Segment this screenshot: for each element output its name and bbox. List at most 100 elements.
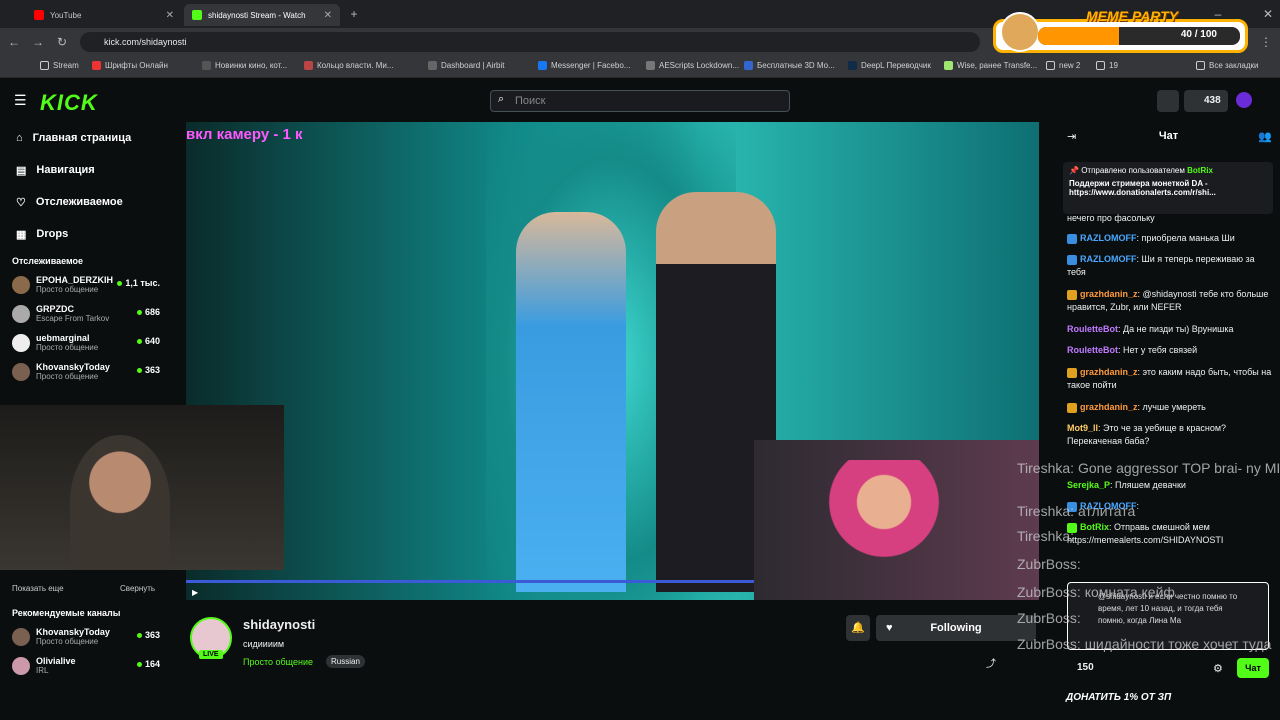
tts-overlay-line: ZubrBoss: шидайности тоже хочет туда	[1017, 636, 1272, 652]
tab-kick[interactable]: shidaynosti Stream - Watch ✕	[184, 4, 340, 26]
reload-icon[interactable]: ↻	[54, 34, 70, 50]
bookmark[interactable]: Шрифты Онлайн	[92, 61, 168, 70]
bookmark[interactable]: Бесплатные 3D Мо...	[744, 61, 835, 70]
bookmark[interactable]: Stream	[40, 61, 79, 70]
tab-title: shidaynosti Stream - Watch	[208, 10, 306, 20]
webcam-overlay-streamer	[0, 405, 284, 570]
live-badge: LIVE	[199, 650, 223, 659]
stream-info: LIVE shidaynosti сидиииим Просто общение…	[186, 605, 1046, 680]
video-figure-woman	[516, 212, 626, 592]
collapse-link[interactable]: Свернуть	[120, 584, 155, 593]
url-field[interactable]: kick.com/shidaynosti	[80, 32, 980, 52]
close-icon[interactable]: ✕	[324, 10, 332, 21]
send-chat-button[interactable]: Чат	[1237, 658, 1269, 678]
gear-icon[interactable]: ⚙	[1213, 662, 1223, 675]
kick-icon	[192, 10, 202, 20]
meme-party-label: MEME PARTY	[1086, 8, 1179, 24]
bell-icon[interactable]: 🔔	[846, 615, 870, 641]
collapse-chat-icon[interactable]: ⇥	[1067, 130, 1076, 143]
pin-icon: 📌	[1069, 166, 1079, 175]
avatar	[12, 657, 30, 675]
channel-item[interactable]: EPOHA_DERZKIH Просто общение 1,1 тыс.	[0, 272, 170, 301]
channel-item[interactable]: Olivialive IRL 164	[0, 653, 170, 682]
sidebar-item-browse[interactable]: ▤ Навигация	[0, 154, 170, 186]
kick-logo[interactable]: KICK	[40, 90, 98, 116]
search-icon: ⌕	[498, 93, 505, 105]
bookmark[interactable]: 19	[1096, 61, 1118, 70]
browse-icon: ▤	[16, 164, 27, 177]
dashboard-icon[interactable]	[1157, 90, 1179, 112]
tab-youtube[interactable]: YouTube ✕	[26, 4, 182, 26]
bookmark[interactable]: Dashboard | Airbit	[428, 61, 504, 70]
show-more-link[interactable]: Показать еще	[12, 584, 64, 593]
play-icon[interactable]: ▶	[192, 588, 198, 597]
heart-icon: ♥	[886, 622, 893, 634]
bookmark[interactable]: DeepL Переводчик	[848, 61, 931, 70]
badge-icon	[1067, 402, 1077, 413]
menu-icon[interactable]: ⋮	[1258, 34, 1274, 50]
meme-party-widget: MEME PARTY 40 / 100	[993, 8, 1248, 53]
bookmarks-bar: Stream Шрифты Онлайн Новинки кино, кот..…	[0, 56, 1280, 78]
stream-category[interactable]: Просто общение	[243, 657, 313, 667]
back-icon[interactable]: ←	[6, 34, 22, 50]
channel-item[interactable]: uebmarginal Просто общение 640	[0, 330, 170, 359]
chat-message: grazhdanin_z: лучше умереть	[1067, 401, 1272, 414]
badge-icon	[1067, 254, 1077, 265]
meme-progress-fill	[1038, 27, 1119, 45]
user-avatar[interactable]	[1236, 92, 1252, 108]
stream-title: сидиииим	[243, 639, 285, 649]
following-button[interactable]: ♥ Following	[876, 615, 1036, 641]
drops-icon: ▦	[16, 228, 27, 241]
tts-overlay-line: Tireshka: атлитата	[1017, 503, 1136, 519]
bookmark-icon	[304, 61, 313, 70]
streamer-name[interactable]: shidaynosti	[243, 617, 315, 632]
heart-icon: ♡	[16, 196, 26, 209]
sidebar-item-drops[interactable]: ▦ Drops	[0, 218, 170, 250]
bookmark[interactable]: Новинки кино, кот...	[202, 61, 287, 70]
share-icon[interactable]: ⤴	[986, 655, 996, 670]
hamburger-icon[interactable]: ☰	[14, 92, 27, 109]
bookmark[interactable]: AEScripts Lockdown...	[646, 61, 739, 70]
new-tab-button[interactable]: +	[346, 6, 362, 22]
bookmark[interactable]: Кольцо власти. Ми...	[304, 61, 394, 70]
tts-overlay-line: Tireshka: Gone aggressor TOP brai- ny MI…	[1017, 460, 1280, 476]
badge-icon	[1067, 367, 1077, 378]
sidebar-item-home[interactable]: ⌂ Главная страница	[0, 122, 170, 154]
language-tag[interactable]: Russian	[326, 655, 365, 668]
home-icon: ⌂	[16, 132, 23, 144]
bookmark-icon	[646, 61, 655, 70]
bookmark[interactable]: Messenger | Facebo...	[538, 61, 630, 70]
doge-icon	[1000, 12, 1040, 52]
close-window-button[interactable]: ✕	[1260, 6, 1276, 22]
forward-icon[interactable]: →	[30, 34, 46, 50]
search-input[interactable]: Поиск	[490, 90, 790, 112]
wise-icon	[944, 61, 953, 70]
pinned-message[interactable]: 📌 Отправлено пользователем BotRix Поддер…	[1063, 162, 1273, 214]
bookmark[interactable]: Wise, ранее Transfe...	[944, 61, 1037, 70]
overlay-text: вкл камеру - 1 к	[186, 126, 303, 143]
channel-item[interactable]: KhovanskyToday Просто общение 363	[0, 359, 170, 388]
avatar	[12, 276, 30, 294]
users-icon[interactable]: 👥	[1258, 130, 1272, 143]
badge-icon	[1067, 233, 1077, 244]
webcam-person	[70, 435, 170, 570]
bookmark-icon	[744, 61, 753, 70]
chat-message: RAZLOMOFF: приобрела манька Ши	[1067, 232, 1272, 245]
facebook-icon	[538, 61, 547, 70]
sidebar-item-following[interactable]: ♡ Отслеживаемое	[0, 186, 170, 218]
folder-icon	[40, 61, 49, 70]
bookmark-icon	[202, 61, 211, 70]
points-counter[interactable]: 150	[1077, 662, 1094, 673]
folder-icon	[1196, 61, 1205, 70]
avatar	[12, 334, 30, 352]
folder-icon	[1046, 61, 1055, 70]
bookmark[interactable]: Все закладки	[1196, 61, 1258, 70]
coins-counter[interactable]: 438	[1184, 90, 1228, 112]
chat-message: grazhdanin_z: @shidaynosti тебе кто боль…	[1067, 289, 1269, 312]
channel-item[interactable]: KhovanskyToday Просто общение 363	[0, 624, 170, 653]
deepl-icon	[848, 61, 857, 70]
chat-message: RouletteBot: Нет у тебя связей	[1067, 345, 1198, 355]
close-icon[interactable]: ✕	[166, 10, 174, 21]
bookmark[interactable]: new 2	[1046, 61, 1080, 70]
channel-item[interactable]: GRPZDC Escape From Tarkov 686	[0, 301, 170, 330]
